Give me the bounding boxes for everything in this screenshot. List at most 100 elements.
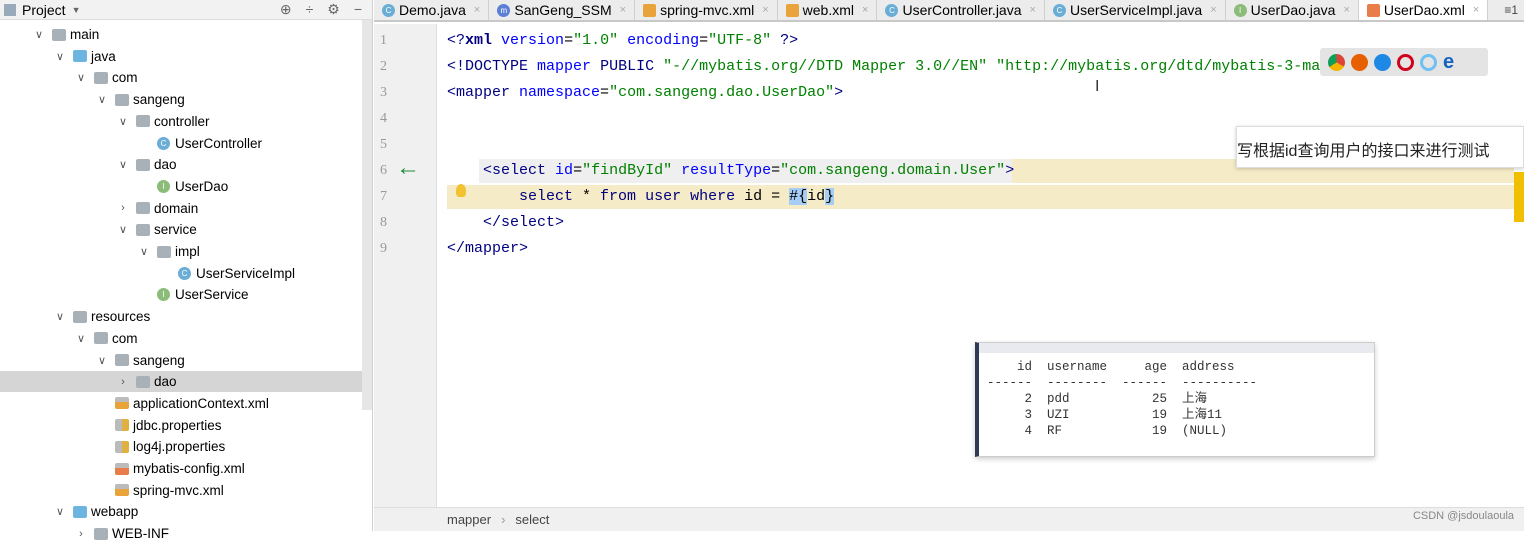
chevron-down-icon[interactable]: ∨ (95, 354, 109, 367)
tree-item-label: dao (154, 157, 177, 173)
tab-label: UserDao.xml (1383, 2, 1465, 18)
tree-item[interactable]: ∨ dao (0, 154, 362, 175)
tree-item[interactable]: › dao (0, 371, 362, 393)
project-panel-title[interactable]: Project (22, 2, 66, 18)
chevron-down-icon[interactable]: ∨ (116, 223, 130, 236)
tree-item[interactable]: ∨ impl (0, 241, 362, 262)
chevron-down-icon[interactable]: ∨ (137, 245, 151, 258)
result-table[interactable]: id username age address ------ -------- … (979, 353, 1374, 445)
tree-item[interactable]: ∨ resources (0, 306, 362, 327)
scrollbar[interactable] (362, 20, 372, 410)
class-icon: C (382, 3, 395, 17)
edge-icon[interactable]: e (1443, 52, 1460, 72)
tree-item[interactable]: mybatis-config.xml (0, 458, 362, 479)
code-line[interactable]: select * from user where id = #{id} (447, 185, 1514, 209)
line-number: 2 (380, 59, 387, 74)
tree-item[interactable]: ∨ webapp (0, 501, 362, 522)
tree-item[interactable]: ∨ main (0, 24, 362, 45)
collapse-all-icon[interactable]: ÷ (306, 1, 314, 18)
tree-item[interactable]: jdbc.properties (0, 415, 362, 436)
chevron-down-icon[interactable]: ∨ (74, 71, 88, 84)
tree-item[interactable]: I UserDao (0, 176, 362, 197)
line-number: 9 (380, 241, 387, 256)
chevron-down-icon[interactable]: ∨ (53, 310, 67, 323)
breadcrumb-select[interactable]: select (515, 512, 549, 527)
spring-xml-icon (115, 484, 129, 497)
code-line[interactable]: </mapper> (447, 237, 528, 261)
tab[interactable]: C Demo.java × (374, 0, 490, 20)
source-folder-icon (73, 50, 87, 63)
chevron-down-icon[interactable]: ∨ (32, 28, 46, 41)
chevron-down-icon[interactable]: ▼ (72, 5, 81, 15)
close-icon[interactable]: × (1473, 4, 1479, 16)
tab[interactable]: web.xml × (778, 0, 878, 20)
warning-marker[interactable] (1514, 172, 1524, 222)
minimize-icon[interactable]: − (354, 1, 362, 18)
chevron-down-icon[interactable]: ∨ (116, 158, 130, 171)
code-line[interactable]: <mapper namespace="com.sangeng.dao.UserD… (447, 81, 843, 105)
tree-item[interactable]: ∨ sangeng (0, 89, 362, 110)
tree-item-label: mybatis-config.xml (133, 461, 245, 476)
opera-icon[interactable] (1397, 53, 1414, 71)
tab[interactable]: C UserController.java × (877, 0, 1045, 20)
ie-icon[interactable] (1420, 53, 1437, 71)
chevron-right-icon[interactable]: › (116, 202, 130, 214)
tab[interactable]: I UserDao.java × (1226, 0, 1359, 20)
folder-icon (94, 527, 108, 540)
tree-item[interactable]: ∨ sangeng (0, 350, 362, 371)
close-icon[interactable]: × (474, 4, 480, 16)
tree-item[interactable]: C UserController (0, 133, 362, 154)
tree-item[interactable]: ∨ controller (0, 111, 362, 132)
code-line[interactable]: <!DOCTYPE mapper PUBLIC "-//mybatis.org/… (447, 55, 1410, 79)
tree-item[interactable]: applicationContext.xml (0, 393, 362, 414)
tree-item-label: resources (91, 309, 151, 325)
chevron-down-icon[interactable]: ∨ (53, 50, 67, 63)
tab-label: SanGeng_SSM (514, 2, 612, 18)
tree-item[interactable]: ∨ com (0, 67, 362, 88)
tab[interactable]: C UserServiceImpl.java × (1045, 0, 1226, 20)
project-icon (4, 3, 16, 16)
chevron-down-icon[interactable]: ∨ (53, 505, 67, 518)
chevron-down-icon[interactable]: ∨ (74, 332, 88, 345)
breadcrumb-mapper[interactable]: mapper (447, 512, 491, 527)
close-icon[interactable]: × (1030, 4, 1036, 16)
tab[interactable]: spring-mvc.xml × (635, 0, 778, 20)
tree-item[interactable]: ∨ service (0, 219, 362, 240)
tree-item[interactable]: spring-mvc.xml (0, 480, 362, 501)
safari-icon[interactable] (1374, 53, 1391, 71)
tree-item[interactable]: C UserServiceImpl (0, 263, 362, 284)
locate-icon[interactable]: ⊕ (280, 1, 292, 18)
close-icon[interactable]: × (762, 4, 768, 16)
tab[interactable]: UserDao.xml × (1358, 0, 1489, 20)
tree-item-label: sangeng (133, 92, 185, 108)
tree-item[interactable]: ∨ com (0, 328, 362, 349)
close-icon[interactable]: × (862, 4, 868, 16)
code-line[interactable]: </select> (447, 211, 564, 235)
chevron-down-icon[interactable]: ∨ (116, 115, 130, 128)
chrome-icon[interactable] (1328, 53, 1345, 71)
tab-label: UserController.java (902, 2, 1022, 18)
tree-item[interactable]: log4j.properties (0, 436, 362, 457)
tab[interactable]: m SanGeng_SSM × (489, 0, 636, 20)
back-arrow-icon[interactable]: ← (396, 154, 420, 182)
tree-item[interactable]: › domain (0, 198, 362, 219)
tree-item[interactable]: I UserService (0, 284, 362, 305)
code-line[interactable]: <?xml version="1.0" encoding="UTF-8" ?> (447, 29, 798, 53)
tree-item-label: domain (154, 200, 199, 216)
tree-item-label: UserServiceImpl (196, 265, 296, 281)
close-icon[interactable]: × (620, 4, 626, 16)
chevron-right-icon[interactable]: › (74, 528, 88, 540)
firefox-icon[interactable] (1351, 53, 1368, 71)
close-icon[interactable]: × (1210, 4, 1216, 16)
line-number: 3 (380, 85, 387, 100)
breadcrumb-separator: › (501, 512, 506, 527)
lightbulb-icon[interactable] (456, 184, 466, 197)
chevron-down-icon[interactable]: ∨ (95, 93, 109, 106)
close-icon[interactable]: × (1343, 4, 1349, 16)
tree-item[interactable]: ∨ java (0, 46, 362, 67)
tree-item[interactable]: › WEB-INF (0, 523, 362, 544)
chevron-right-icon[interactable]: › (116, 376, 130, 388)
gear-icon[interactable]: ⚙ (327, 1, 340, 18)
tab-overflow-button[interactable]: ≡1 (1498, 0, 1524, 20)
tab-label: UserServiceImpl.java (1069, 2, 1203, 18)
